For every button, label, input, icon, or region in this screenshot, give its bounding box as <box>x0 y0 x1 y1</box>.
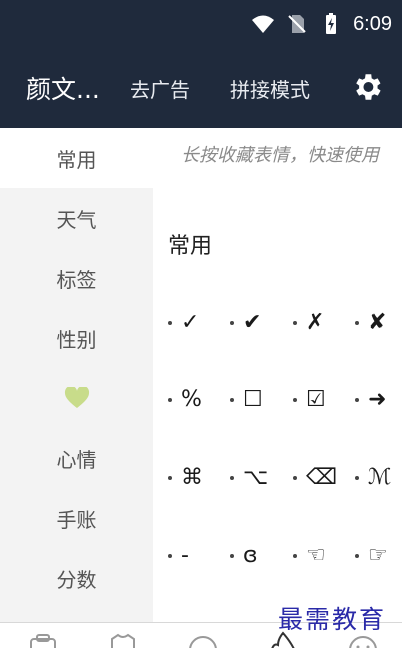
remove-ads-button[interactable]: 去广告 <box>130 74 190 103</box>
bullet-dot <box>230 321 234 325</box>
bullet-dot <box>355 554 359 558</box>
emoticon-text: ⌘ <box>181 465 203 490</box>
emoticon-text: ✓ <box>181 310 200 335</box>
sidebar-item-frequent[interactable]: 常用 <box>0 128 153 188</box>
sidebar-item-tags[interactable]: 标签 <box>0 248 153 308</box>
emoticon-item[interactable]: ☑ <box>293 380 355 420</box>
bullet-dot <box>293 476 297 480</box>
emoticon-item[interactable]: ⌘ <box>168 458 230 498</box>
sidebar-item-label: 天气 <box>56 207 97 232</box>
bullet-dot <box>355 476 359 480</box>
category-sidebar: 常用 天气 标签 性别 心情 手账 分数 <box>0 128 153 628</box>
clock-time: 6:09 <box>353 12 392 35</box>
emoticon-text: ☑ <box>306 387 326 412</box>
emoticon-text: % <box>181 387 202 412</box>
emoticon-item[interactable]: % <box>168 380 230 420</box>
watermark-text: 最需教育 <box>278 605 387 634</box>
sidebar-item-label: 性别 <box>56 327 97 352</box>
emoticon-item[interactable]: ☜ <box>293 536 355 576</box>
emoticon-item[interactable]: ✓ <box>168 303 230 343</box>
bullet-dot <box>230 476 234 480</box>
emoticon-item[interactable]: ⌥ <box>230 458 292 498</box>
emoticon-item[interactable]: ✔ <box>230 303 292 343</box>
favorite-hint-text: 长按收藏表情，快速使用 <box>181 145 379 166</box>
emoticon-item[interactable]: ɞ <box>230 536 292 576</box>
clipboard-icon[interactable] <box>26 633 60 648</box>
bullet-dot <box>293 554 297 558</box>
bullet-dot <box>355 321 359 325</box>
emoticon-text: ✔ <box>243 310 262 335</box>
emoticon-item[interactable]: ✗ <box>293 303 355 343</box>
shirt-icon[interactable] <box>106 633 140 648</box>
sidebar-item-label: 分数 <box>56 567 97 592</box>
sidebar-item-label: 常用 <box>56 147 97 172</box>
sidebar-item-label: 手账 <box>56 507 97 532</box>
bullet-dot <box>168 321 172 325</box>
emoticon-text: ☐ <box>243 387 263 412</box>
no-sim-icon <box>288 15 306 33</box>
sidebar-item-mood[interactable]: 心情 <box>0 428 153 488</box>
sidebar-item-weather[interactable]: 天气 <box>0 188 153 248</box>
bullet-dot <box>230 398 234 402</box>
emoticon-item[interactable]: ➜ <box>355 380 402 420</box>
emoticon-text: ℳ <box>368 465 392 490</box>
emoticon-text: ⌫ <box>306 465 338 490</box>
emoticon-item[interactable]: ⌫ <box>293 458 355 498</box>
splice-mode-button[interactable]: 拼接模式 <box>230 74 310 103</box>
gear-icon[interactable] <box>350 70 384 104</box>
emoticon-text: ☞ <box>368 543 388 568</box>
sidebar-item-gender[interactable]: 性别 <box>0 308 153 368</box>
emoticon-text: ➜ <box>368 387 387 412</box>
emoticon-item[interactable]: ✘ <box>355 303 402 343</box>
emoticon-item[interactable]: ☐ <box>230 380 292 420</box>
emoticon-text: ɞ <box>243 543 258 568</box>
sidebar-item-label: 标签 <box>56 267 97 292</box>
app-bar: 颜文... 去广告 拼接模式 <box>0 48 402 128</box>
emoticon-text: ☜ <box>306 543 326 568</box>
sidebar-item-heart[interactable] <box>0 368 153 428</box>
sidebar-item-journal[interactable]: 手账 <box>0 488 153 548</box>
emoticon-text: ✗ <box>306 310 325 335</box>
emoticon-item[interactable]: ℳ <box>355 458 402 498</box>
emoticon-text: - <box>181 543 189 568</box>
bullet-dot <box>293 398 297 402</box>
bullet-dot <box>168 554 172 558</box>
wifi-icon <box>252 15 275 33</box>
bullet-dot <box>293 321 297 325</box>
emoticon-text: ✘ <box>368 310 387 335</box>
section-title: 常用 <box>168 234 213 259</box>
sidebar-item-score[interactable]: 分数 <box>0 548 153 608</box>
sidebar-item-label: 心情 <box>56 447 97 472</box>
battery-charging-icon <box>326 13 337 34</box>
bullet-dot <box>168 476 172 480</box>
emoticon-item[interactable]: - <box>168 536 230 576</box>
emoticon-text: ⌥ <box>243 465 269 490</box>
heart-icon <box>64 387 89 408</box>
bullet-dot <box>168 398 172 402</box>
emoticon-item[interactable]: ☞ <box>355 536 402 576</box>
bullet-dot <box>355 398 359 402</box>
status-bar: 6:09 <box>0 0 402 48</box>
bullet-dot <box>230 554 234 558</box>
app-title: 颜文... <box>26 75 100 104</box>
circle-icon[interactable] <box>186 633 220 648</box>
